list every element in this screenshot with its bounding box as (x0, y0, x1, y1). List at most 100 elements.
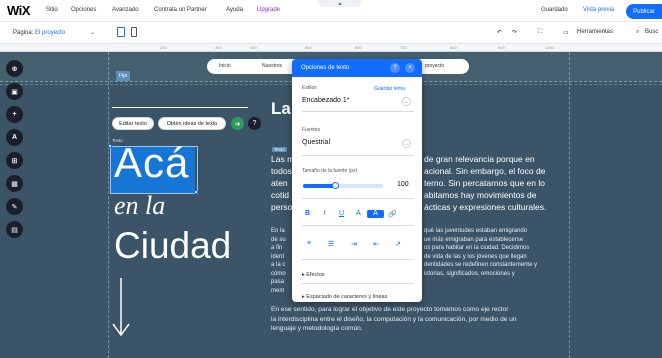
paragraph-3[interactable]: En ese sentido, para lograr el objetivo … (271, 305, 517, 334)
font-label: Fuentes (302, 127, 321, 133)
mobile-icon[interactable] (131, 27, 137, 37)
text-line: aten (271, 178, 288, 188)
chevron-down-icon[interactable]: ⌄ (402, 97, 411, 106)
nav-item-nuestros[interactable]: Nuestros (262, 63, 282, 69)
alignment-buttons: ≡ ☰ ⇥ ⇤ ↗ (299, 240, 409, 248)
save-status[interactable]: Guardado (541, 7, 568, 13)
text-color-button[interactable]: A (350, 210, 367, 218)
nav-item-proyecto[interactable]: proyecto (425, 63, 444, 69)
paragraph-1-right[interactable]: de gran relevancia porque en acional. Si… (424, 153, 546, 213)
slider-fill (303, 184, 335, 188)
indent-icon[interactable]: ⇥ (343, 240, 365, 248)
publish-button[interactable]: Publicar (626, 4, 662, 19)
font-icon[interactable]: A (6, 129, 23, 146)
ruler-mark: 1000 (545, 45, 554, 50)
text-line: pasa (271, 279, 285, 285)
tools-button[interactable]: Herramientas (577, 29, 613, 35)
text-line: abitamos hay movimientos de (424, 190, 537, 200)
layers-icon[interactable]: ▣ (6, 83, 23, 100)
page-name: El proyecto (35, 30, 66, 36)
text-line: de vida de las y los jóvenes que llegan (424, 253, 527, 260)
font-size-value[interactable]: 100 (397, 181, 409, 188)
zoom-icon[interactable]: ⛶ (538, 29, 542, 36)
section-heading[interactable]: La (271, 99, 291, 119)
paragraph-2-right[interactable]: qué las juventudes estaban emigrando ue … (424, 227, 537, 278)
panel-header[interactable]: Opciones de texto ? × (292, 59, 422, 77)
title-word-ciudad[interactable]: Ciudad (114, 225, 231, 267)
styles-label: Estilos (302, 85, 317, 91)
close-icon[interactable]: × (405, 63, 415, 73)
divider (302, 283, 414, 284)
redo-icon[interactable]: ↷ (512, 29, 517, 36)
help-icon[interactable]: ? (248, 117, 261, 130)
menu-opciones[interactable]: Opciones (71, 7, 96, 13)
font-size-slider[interactable] (303, 182, 383, 189)
text-element-tag-right: Texto (272, 147, 287, 152)
align-left-icon[interactable]: ≡ (299, 240, 319, 248)
top-bar: WiX Sitio Opciones Avanzado Contrata un … (0, 0, 662, 22)
media-icon[interactable]: ▦ (6, 175, 23, 192)
add-icon[interactable]: ⊕ (6, 60, 23, 77)
plus-circle-icon[interactable]: + (6, 106, 23, 123)
style-select[interactable]: Encabezado 1* (302, 97, 349, 104)
outdent-icon[interactable]: ⇤ (365, 240, 387, 248)
ruler-mark: 800 (450, 45, 457, 50)
spacing-section[interactable]: ▸ Espaciado de caracteres y líneas (302, 294, 387, 300)
search-icon[interactable]: ⌕ (636, 29, 639, 36)
divider (302, 111, 414, 112)
text-line: En la (271, 228, 285, 234)
list-icon[interactable]: ☰ (319, 240, 343, 248)
resize-handle[interactable] (108, 144, 112, 148)
apps-icon[interactable]: ⊞ (6, 152, 23, 169)
underline-button[interactable]: U (333, 210, 350, 218)
link-icon[interactable]: 🔗 (384, 210, 401, 218)
bag-icon[interactable]: ▤ (6, 221, 23, 238)
collapse-toggle[interactable]: ▲ (318, 0, 362, 7)
chevron-down-icon[interactable]: ⌄ (90, 29, 95, 36)
pen-icon[interactable]: ✎ (6, 198, 23, 215)
preview-button[interactable]: Vista previa (583, 7, 614, 13)
ruler-mark: 300 (215, 45, 222, 50)
effects-section[interactable]: ▸ Efectos (302, 272, 325, 278)
font-select[interactable]: Questrial (302, 139, 330, 146)
menu-upgrade[interactable]: Upgrade (257, 7, 280, 13)
divider (302, 198, 414, 199)
edit-text-button[interactable]: Editar texto (112, 117, 154, 130)
ruler-mark: 400 (250, 45, 257, 50)
paragraph-1-left[interactable]: Las m todos aten cotid perso (271, 153, 294, 213)
paragraph-2-left[interactable]: En la de su a fin ident a la c cómo pasa… (271, 227, 286, 295)
bold-button[interactable]: B (299, 210, 316, 218)
text-line: de gran relevancia porque en (424, 154, 535, 164)
search-label[interactable]: Busc (645, 29, 658, 35)
nav-item-inicio[interactable]: Inicio (219, 63, 231, 69)
chevron-down-icon[interactable]: ⌄ (402, 139, 411, 148)
ruler-mark: 200 (160, 45, 167, 50)
text-direction-icon[interactable]: ↗ (387, 240, 409, 248)
help-icon[interactable]: ? (390, 63, 400, 73)
text-line: a la c (271, 262, 286, 268)
highlight-button[interactable]: A (367, 210, 384, 218)
title-word-en-la[interactable]: en la (114, 191, 165, 221)
menu-sitio[interactable]: Sitio (46, 7, 58, 13)
ruler-mark: 600 (355, 45, 362, 50)
save-theme-link[interactable]: Guardar tema (374, 86, 405, 92)
undo-icon[interactable]: ↶ (497, 29, 502, 36)
text-line: de su (271, 236, 286, 243)
slider-knob[interactable] (332, 182, 339, 189)
page-selector[interactable]: Página: El proyecto (13, 30, 65, 36)
text-line: a fin (271, 245, 283, 251)
italic-button[interactable]: I (316, 210, 333, 218)
text-options-panel: Opciones de texto ? × Estilos Guardar te… (292, 59, 422, 302)
fixed-tag: Fija (116, 71, 131, 81)
text-ideas-button[interactable]: Obtén ideas de texto (158, 117, 226, 130)
resize-handle[interactable] (194, 190, 198, 194)
desktop-icon[interactable] (117, 27, 125, 37)
ruler-mark: 500 (305, 45, 312, 50)
menu-avanzado[interactable]: Avanzado (112, 7, 139, 13)
animation-icon[interactable]: ➜ (231, 117, 244, 130)
title-word-aca[interactable]: Acá (114, 139, 189, 187)
text-line: ident (271, 253, 285, 260)
tools-icon[interactable]: ▭ (563, 29, 569, 36)
menu-partner[interactable]: Contrata un Partner (154, 7, 207, 13)
menu-ayuda[interactable]: Ayuda (226, 7, 243, 13)
